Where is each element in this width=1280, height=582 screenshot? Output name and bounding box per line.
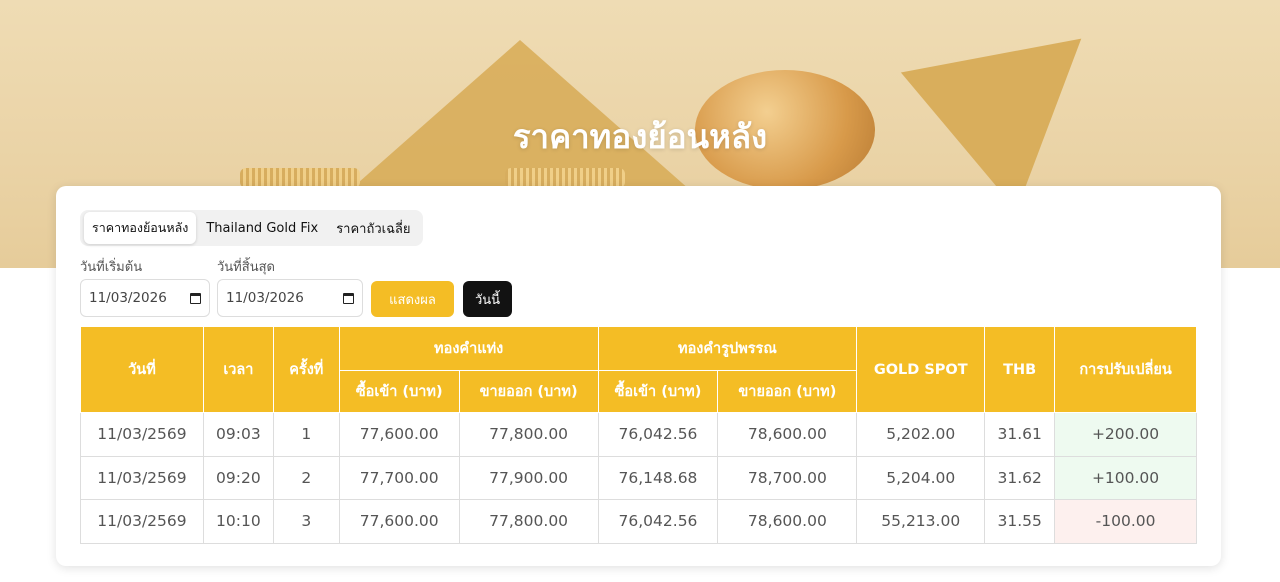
cell-date: 11/03/2569 [80, 412, 204, 457]
start-date-value: 11/03/2026 [89, 290, 167, 306]
cell-change: +200.00 [1054, 412, 1197, 457]
cell-bar-buy: 77,700.00 [338, 455, 460, 501]
cell-ornament-buy: 76,148.68 [597, 455, 719, 501]
coin-stack-graphic [240, 168, 360, 188]
cell-bar-sell: 77,900.00 [458, 455, 599, 501]
header-bar-buy: ซื้อเข้า (บาท) [338, 370, 460, 413]
tab-gold-history[interactable]: ราคาทองย้อนหลัง [84, 212, 197, 244]
tab-bar: ราคาทองย้อนหลัง Thailand Gold Fix ราคาถั… [80, 210, 423, 246]
end-date-label: วันที่สิ้นสุด [217, 260, 275, 275]
header-ornament-sell: ขายออก (บาท) [717, 370, 858, 413]
cell-ornament-sell: 78,600.00 [717, 412, 858, 457]
gold-price-table: วันที่ เวลา ครั้งที่ ทองคำแท่ง ทองคำรูปพ… [80, 326, 1197, 544]
header-gold-spot: GOLD SPOT [856, 326, 986, 413]
cell-gold-spot: 5,204.00 [856, 455, 986, 501]
history-card: ราคาทองย้อนหลัง Thailand Gold Fix ราคาถั… [56, 186, 1221, 566]
cell-time: 09:03 [202, 412, 274, 457]
cell-bar-sell: 77,800.00 [458, 412, 599, 457]
cell-thb: 31.62 [984, 455, 1056, 501]
start-date-label: วันที่เริ่มต้น [80, 260, 143, 275]
end-date-value: 11/03/2026 [226, 290, 304, 306]
cell-ornament-buy: 76,042.56 [597, 499, 719, 544]
cell-thb: 31.55 [984, 499, 1056, 544]
cell-bar-buy: 77,600.00 [338, 412, 460, 457]
cell-gold-spot: 55,213.00 [856, 499, 986, 544]
cell-time: 09:20 [202, 455, 274, 501]
coin-stack-graphic [505, 168, 625, 188]
header-gold-bar: ทองคำแท่ง [338, 326, 599, 371]
header-thb: THB [984, 326, 1056, 413]
page-title: ราคาทองย้อนหลัง [512, 117, 768, 156]
start-date-input[interactable]: 11/03/2026 [80, 279, 210, 317]
cell-change: +100.00 [1054, 455, 1197, 501]
cell-ornament-sell: 78,600.00 [717, 499, 858, 544]
header-change: การปรับเปลี่ยน [1054, 326, 1197, 413]
cell-ornament-sell: 78,700.00 [717, 455, 858, 501]
calendar-icon[interactable] [343, 292, 354, 304]
cell-round: 1 [272, 412, 340, 457]
today-button[interactable]: วันนี้ [463, 281, 512, 317]
calendar-icon[interactable] [190, 292, 201, 304]
table-row: 11/03/2569 09:20 2 77,700.00 77,900.00 7… [80, 455, 1197, 501]
table-row: 11/03/2569 10:10 3 77,600.00 77,800.00 7… [80, 499, 1197, 544]
hero-arrow-head-graphic [900, 0, 1140, 211]
cell-date: 11/03/2569 [80, 499, 204, 544]
tab-average-price[interactable]: ราคาถัวเฉลี่ย [328, 212, 418, 245]
header-time: เวลา [202, 326, 274, 413]
cell-ornament-buy: 76,042.56 [597, 412, 719, 457]
cell-gold-spot: 5,202.00 [856, 412, 986, 457]
cell-round: 2 [272, 455, 340, 501]
cell-change: -100.00 [1054, 499, 1197, 544]
table-row: 11/03/2569 09:03 1 77,600.00 77,800.00 7… [80, 412, 1197, 457]
header-ornament-buy: ซื้อเข้า (บาท) [597, 370, 719, 413]
header-bar-sell: ขายออก (บาท) [458, 370, 599, 413]
header-round: ครั้งที่ [272, 326, 340, 413]
cell-date: 11/03/2569 [80, 455, 204, 501]
cell-thb: 31.61 [984, 412, 1056, 457]
cell-bar-sell: 77,800.00 [458, 499, 599, 544]
cell-bar-buy: 77,600.00 [338, 499, 460, 544]
header-date: วันที่ [80, 326, 204, 413]
tab-thailand-gold-fix[interactable]: Thailand Gold Fix [198, 215, 326, 242]
cell-round: 3 [272, 499, 340, 544]
cell-time: 10:10 [202, 499, 274, 544]
show-results-button[interactable]: แสดงผล [371, 281, 454, 317]
header-gold-ornament: ทองคำรูปพรรณ [597, 326, 858, 371]
end-date-input[interactable]: 11/03/2026 [217, 279, 363, 317]
